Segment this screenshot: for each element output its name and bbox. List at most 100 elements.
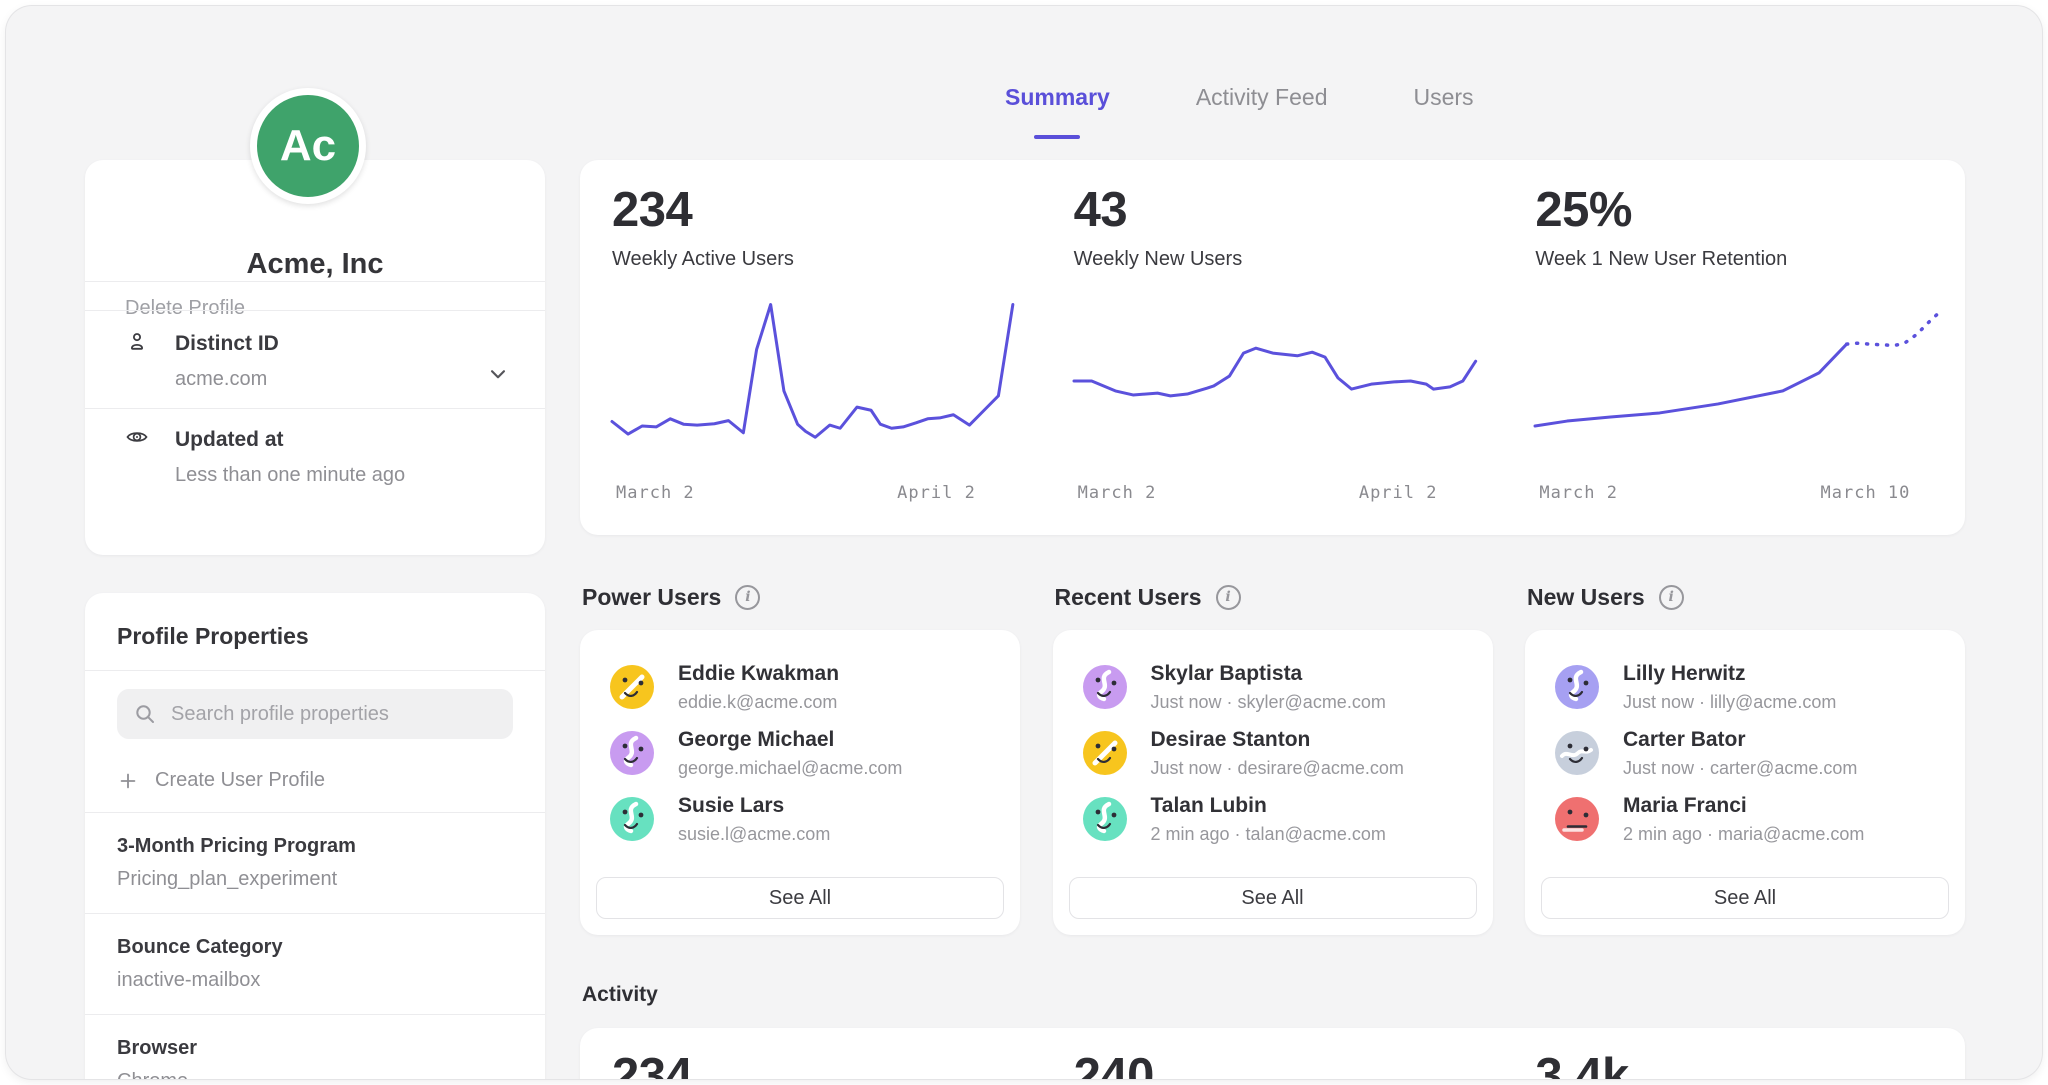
info-icon[interactable]: i xyxy=(1659,585,1684,610)
user-row[interactable]: Desirae Stanton Just now · desirare@acme… xyxy=(1083,720,1463,786)
x-tick-left: March 2 xyxy=(1539,483,1618,503)
field-label: Distinct ID xyxy=(175,332,279,356)
avatar: Ac xyxy=(250,88,366,204)
user-avatar xyxy=(1083,797,1127,841)
search-profile-properties-input[interactable] xyxy=(171,703,497,726)
see-all-button[interactable]: See All xyxy=(1069,877,1477,919)
user-row[interactable]: Maria Franci 2 min ago · maria@acme.com xyxy=(1555,786,1935,852)
activity-stat-cell: 3.4k xyxy=(1503,1028,1965,1079)
user-avatar xyxy=(610,665,654,709)
person-icon xyxy=(125,329,149,358)
user-meta: Just now · carter@acme.com xyxy=(1623,758,1857,779)
activity-stat-cell: 240 xyxy=(1042,1028,1504,1079)
line-chart xyxy=(1074,291,1476,471)
property-label: Bounce Category xyxy=(117,936,513,959)
info-icon[interactable]: i xyxy=(1216,585,1241,610)
user-list-recent-users: Recent Users i Skylar Baptista Just now … xyxy=(1053,582,1493,935)
user-avatar xyxy=(1555,665,1599,709)
user-avatar xyxy=(1083,731,1127,775)
user-meta: susie.l@acme.com xyxy=(678,824,830,845)
user-list-title: Recent Users xyxy=(1055,584,1202,611)
user-meta: eddie.k@acme.com xyxy=(678,692,839,713)
user-row[interactable]: Carter Bator Just now · carter@acme.com xyxy=(1555,720,1935,786)
user-name: Skylar Baptista xyxy=(1151,662,1386,686)
profile-tabs: Summary Activity Feed Users xyxy=(1005,84,1474,153)
user-list-new-users: New Users i Lilly Herwitz Just now · lil… xyxy=(1525,582,1965,935)
user-list-power-users: Power Users i Eddie Kwakman eddie.k@acme… xyxy=(580,582,1020,935)
profile-properties-card: Profile Properties Create User Profile 3… xyxy=(85,593,545,1079)
create-user-profile-button[interactable]: Create User Profile xyxy=(117,769,513,792)
user-meta: 2 min ago · maria@acme.com xyxy=(1623,824,1864,845)
eye-icon xyxy=(125,425,149,454)
activity-stat-number: 234 xyxy=(612,1052,1014,1079)
profile-card: Acme, Inc Distinct ID acme.com Updated a… xyxy=(85,160,545,555)
user-row[interactable]: Eddie Kwakman eddie.k@acme.com xyxy=(610,654,990,720)
stat-label: Weekly New Users xyxy=(1074,248,1476,271)
profile-field-row: Distinct ID acme.com xyxy=(85,310,545,408)
info-icon[interactable]: i xyxy=(735,585,760,610)
create-user-profile-label: Create User Profile xyxy=(155,769,325,792)
user-name: Carter Bator xyxy=(1623,728,1857,752)
activity-stat-number: 240 xyxy=(1074,1052,1476,1079)
x-tick-right: March 10 xyxy=(1821,483,1911,503)
user-list-card: Skylar Baptista Just now · skyler@acme.c… xyxy=(1053,630,1493,935)
user-avatar xyxy=(610,731,654,775)
profile-property-item: 3-Month Pricing Program Pricing_plan_exp… xyxy=(85,812,545,913)
user-meta: Just now · skyler@acme.com xyxy=(1151,692,1386,713)
activity-stat-cell: 234 xyxy=(580,1028,1042,1079)
tab-activity-feed[interactable]: Activity Feed xyxy=(1196,84,1328,153)
property-value: Pricing_plan_experiment xyxy=(117,868,513,891)
profile-properties-tools: Create User Profile xyxy=(85,670,545,812)
user-row[interactable]: Talan Lubin 2 min ago · talan@acme.com xyxy=(1083,786,1463,852)
field-value: Less than one minute ago xyxy=(175,464,505,487)
summary-stat-cell: 43 Weekly New Users March 2 April 2 xyxy=(1042,160,1504,535)
profile-property-item: Browser Chrome xyxy=(85,1014,545,1079)
user-avatar xyxy=(610,797,654,841)
user-name: Eddie Kwakman xyxy=(678,662,839,686)
user-row[interactable]: Susie Lars susie.l@acme.com xyxy=(610,786,990,852)
user-name: Talan Lubin xyxy=(1151,794,1386,818)
user-name: George Michael xyxy=(678,728,902,752)
user-avatar xyxy=(1555,797,1599,841)
avatar-initials: Ac xyxy=(280,121,336,171)
stat-number: 234 xyxy=(612,186,1014,235)
property-label: 3-Month Pricing Program xyxy=(117,835,513,858)
user-name: Desirae Stanton xyxy=(1151,728,1404,752)
profile-property-item: Bounce Category inactive-mailbox xyxy=(85,913,545,1014)
user-name: Maria Franci xyxy=(1623,794,1864,818)
stat-number: 43 xyxy=(1074,186,1476,235)
x-tick-left: March 2 xyxy=(616,483,695,503)
property-value: inactive-mailbox xyxy=(117,969,513,992)
user-list-title: Power Users xyxy=(582,584,721,611)
see-all-button[interactable]: See All xyxy=(1541,877,1949,919)
stat-label: Weekly Active Users xyxy=(612,248,1014,271)
tab-summary[interactable]: Summary xyxy=(1005,84,1110,153)
tab-users[interactable]: Users xyxy=(1413,84,1473,153)
stat-label: Week 1 New User Retention xyxy=(1535,248,1937,271)
user-meta: 2 min ago · talan@acme.com xyxy=(1151,824,1386,845)
profile-properties-title: Profile Properties xyxy=(85,593,545,670)
user-list-card: Eddie Kwakman eddie.k@acme.com George Mi… xyxy=(580,630,1020,935)
see-all-button[interactable]: See All xyxy=(596,877,1004,919)
user-row[interactable]: Skylar Baptista Just now · skyler@acme.c… xyxy=(1083,654,1463,720)
user-row[interactable]: George Michael george.michael@acme.com xyxy=(610,720,990,786)
user-meta: george.michael@acme.com xyxy=(678,758,902,779)
user-list-card: Lilly Herwitz Just now · lilly@acme.com … xyxy=(1525,630,1965,935)
summary-stat-cell: 25% Week 1 New User Retention March 2 Ma… xyxy=(1503,160,1965,535)
user-lists-row: Power Users i Eddie Kwakman eddie.k@acme… xyxy=(580,582,1965,935)
chevron-down-icon[interactable] xyxy=(485,361,511,387)
activity-stat-number: 3.4k xyxy=(1535,1052,1937,1079)
profile-field-row: Updated at Less than one minute ago xyxy=(85,408,545,502)
property-label: Browser xyxy=(117,1037,513,1060)
profile-name: Acme, Inc xyxy=(85,248,545,281)
user-name: Susie Lars xyxy=(678,794,830,818)
line-chart xyxy=(612,291,1014,471)
x-tick-left: March 2 xyxy=(1078,483,1157,503)
x-tick-right: April 2 xyxy=(1359,483,1438,503)
user-row[interactable]: Lilly Herwitz Just now · lilly@acme.com xyxy=(1555,654,1935,720)
property-value: Chrome xyxy=(117,1070,513,1079)
stat-number: 25% xyxy=(1535,186,1937,235)
summary-stat-cell: 234 Weekly Active Users March 2 April 2 xyxy=(580,160,1042,535)
summary-card: 234 Weekly Active Users March 2 April 2 … xyxy=(580,160,1965,535)
user-list-title: New Users xyxy=(1527,584,1645,611)
